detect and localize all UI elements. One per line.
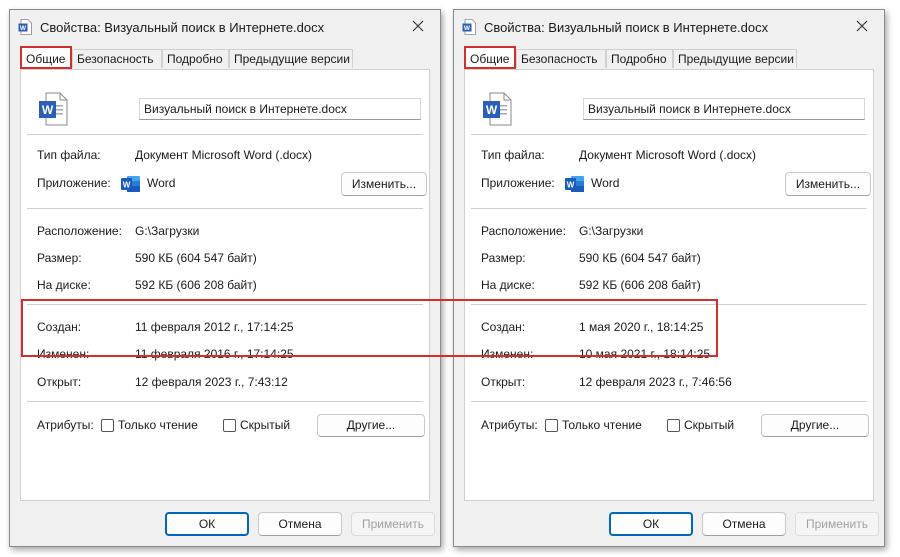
- separator: [27, 401, 423, 402]
- separator: [27, 208, 423, 209]
- modified-value: 11 февраля 2016 г., 17:14:25: [135, 347, 294, 361]
- properties-dialog-right: W Свойства: Визуальный поиск в Интернете…: [453, 9, 885, 547]
- application-value: Word: [591, 176, 620, 190]
- file-type-label: Тип файла:: [481, 148, 545, 162]
- file-name-field[interactable]: Визуальный поиск в Интернете.docx: [583, 98, 865, 120]
- readonly-label: Только чтение: [118, 418, 198, 432]
- other-attributes-button[interactable]: Другие...: [761, 414, 869, 437]
- tab-previous-versions[interactable]: Предыдущие версии: [229, 49, 353, 68]
- readonly-checkbox[interactable]: [101, 419, 114, 432]
- disk-size-value: 592 КБ (606 208 байт): [579, 278, 701, 292]
- properties-dialog-left: W Свойства: Визуальный поиск в Интернете…: [9, 9, 441, 547]
- tab-details[interactable]: Подробно: [162, 49, 229, 68]
- created-value: 11 февраля 2012 г., 17:14:25: [135, 320, 294, 334]
- general-panel: W Визуальный поиск в Интернете.docx Тип …: [20, 69, 430, 501]
- word-document-icon: W: [483, 92, 512, 126]
- created-value: 1 мая 2020 г., 18:14:25: [579, 320, 704, 334]
- cancel-button[interactable]: Отмена: [258, 512, 342, 536]
- separator: [471, 208, 867, 209]
- attributes-label: Атрибуты:: [37, 418, 94, 432]
- tab-details[interactable]: Подробно: [606, 49, 673, 68]
- readonly-checkbox[interactable]: [545, 419, 558, 432]
- file-type-value: Документ Microsoft Word (.docx): [579, 148, 757, 162]
- modified-label: Изменен:: [37, 347, 90, 361]
- hidden-checkbox[interactable]: [223, 419, 236, 432]
- file-type-value: Документ Microsoft Word (.docx): [135, 148, 313, 162]
- ok-button[interactable]: ОК: [165, 512, 249, 536]
- svg-text:W: W: [20, 25, 27, 32]
- separator: [471, 401, 867, 402]
- general-panel: W Визуальный поиск в Интернете.docx Тип …: [464, 69, 874, 501]
- word-document-icon: W: [39, 92, 68, 126]
- title-bar: W Свойства: Визуальный поиск в Интернете…: [454, 10, 884, 44]
- hidden-label: Скрытый: [240, 418, 291, 432]
- separator: [27, 134, 423, 135]
- modified-value: 10 мая 2021 г., 18:14:25: [579, 347, 711, 361]
- size-value: 590 КБ (604 547 байт): [135, 251, 257, 265]
- window-title: Свойства: Визуальный поиск в Интернете.d…: [40, 20, 325, 35]
- application-label: Приложение:: [481, 176, 555, 190]
- svg-text:W: W: [464, 25, 471, 32]
- location-label: Расположение:: [37, 224, 122, 238]
- word-icon: W: [462, 19, 476, 35]
- word-app-icon: W: [565, 176, 584, 192]
- opened-value: 12 февраля 2023 г., 7:46:56: [579, 375, 732, 389]
- word-app-icon: W: [121, 176, 140, 192]
- tab-security[interactable]: Безопасность: [516, 49, 606, 68]
- attributes-label: Атрибуты:: [481, 418, 538, 432]
- apply-button[interactable]: Применить: [795, 512, 879, 536]
- modified-label: Изменен:: [481, 347, 534, 361]
- created-label: Создан:: [481, 320, 526, 334]
- size-label: Размер:: [37, 251, 82, 265]
- apply-button[interactable]: Применить: [351, 512, 435, 536]
- svg-text:W: W: [42, 103, 54, 117]
- opened-label: Открыт:: [481, 375, 526, 389]
- size-value: 590 КБ (604 547 байт): [579, 251, 701, 265]
- opened-value: 12 февраля 2023 г., 7:43:12: [135, 375, 288, 389]
- opened-label: Открыт:: [37, 375, 82, 389]
- svg-text:W: W: [567, 181, 575, 190]
- svg-text:W: W: [486, 103, 498, 117]
- separator: [471, 304, 867, 305]
- cancel-button[interactable]: Отмена: [702, 512, 786, 536]
- created-label: Создан:: [37, 320, 82, 334]
- window-title: Свойства: Визуальный поиск в Интернете.d…: [484, 20, 769, 35]
- location-value: G:\Загрузки: [135, 224, 200, 238]
- tab-previous-versions[interactable]: Предыдущие версии: [673, 49, 797, 68]
- disk-size-label: На диске:: [481, 278, 535, 292]
- word-icon: W: [18, 19, 32, 35]
- application-label: Приложение:: [37, 176, 111, 190]
- tab-general[interactable]: Общие: [20, 46, 72, 69]
- change-button[interactable]: Изменить...: [341, 172, 427, 196]
- title-bar: W Свойства: Визуальный поиск в Интернете…: [10, 10, 440, 44]
- disk-size-value: 592 КБ (606 208 байт): [135, 278, 257, 292]
- disk-size-label: На диске:: [37, 278, 91, 292]
- other-attributes-button[interactable]: Другие...: [317, 414, 425, 437]
- location-value: G:\Загрузки: [579, 224, 644, 238]
- separator: [27, 304, 423, 305]
- hidden-checkbox[interactable]: [667, 419, 680, 432]
- file-type-label: Тип файла:: [37, 148, 101, 162]
- close-icon: [412, 20, 424, 32]
- close-icon: [856, 20, 868, 32]
- location-label: Расположение:: [481, 224, 566, 238]
- application-value: Word: [147, 176, 176, 190]
- readonly-label: Только чтение: [562, 418, 642, 432]
- hidden-label: Скрытый: [684, 418, 735, 432]
- svg-text:W: W: [123, 181, 131, 190]
- tab-security[interactable]: Безопасность: [72, 49, 162, 68]
- tab-general[interactable]: Общие: [464, 46, 516, 69]
- ok-button[interactable]: ОК: [609, 512, 693, 536]
- size-label: Размер:: [481, 251, 526, 265]
- separator: [471, 134, 867, 135]
- close-button[interactable]: [840, 10, 884, 42]
- close-button[interactable]: [396, 10, 440, 42]
- change-button[interactable]: Изменить...: [785, 172, 871, 196]
- file-name-field[interactable]: Визуальный поиск в Интернете.docx: [139, 98, 421, 120]
